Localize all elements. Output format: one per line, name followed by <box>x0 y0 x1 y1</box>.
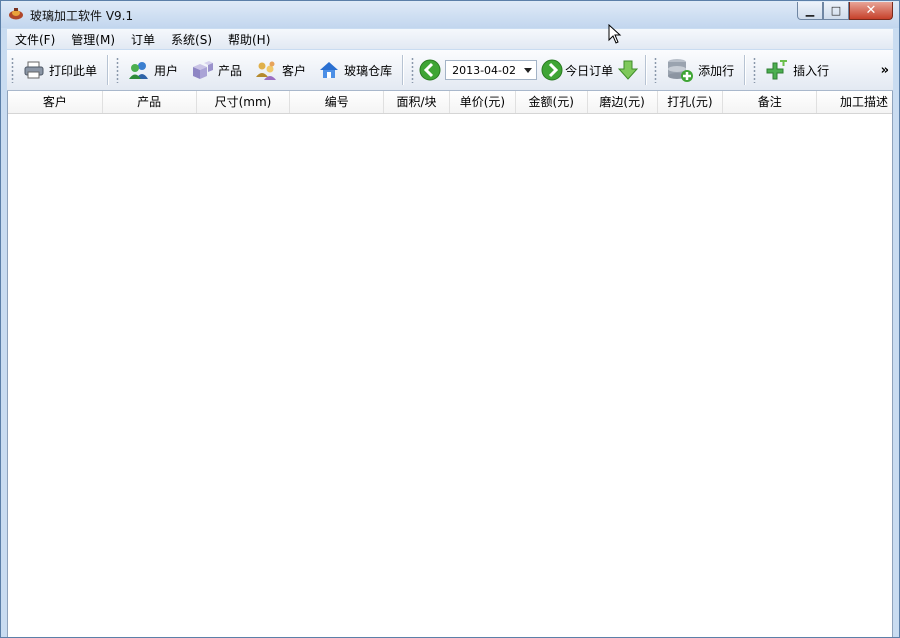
glass-warehouse-label: 玻璃仓库 <box>344 63 393 78</box>
glass-warehouse-button[interactable]: 玻璃仓库 <box>312 55 398 85</box>
previous-day-button[interactable] <box>417 55 443 85</box>
column-header-area[interactable]: 面积/块 <box>384 91 450 113</box>
grid-header: 客户 产品 尺寸(mm) 编号 面积/块 单价(元) 金额(元) 磨边(元) 打… <box>8 91 892 114</box>
print-order-label: 打印此单 <box>49 63 98 78</box>
column-header-unit-price[interactable]: 单价(元) <box>450 91 516 113</box>
customers-label: 客户 <box>282 63 307 78</box>
column-header-edging[interactable]: 磨边(元) <box>588 91 658 113</box>
plus-insert-icon <box>766 60 788 80</box>
users-button[interactable]: 用户 <box>122 55 184 85</box>
chevron-down-icon[interactable] <box>524 67 533 73</box>
window-title: 玻璃加工软件 V9.1 <box>30 9 134 23</box>
toolbar-grip[interactable] <box>411 57 415 83</box>
close-icon: ✕ <box>865 3 877 18</box>
toolbar-grip[interactable] <box>654 57 658 83</box>
menu-file[interactable]: 文件(F) <box>7 31 63 48</box>
print-order-button[interactable]: 打印此单 <box>17 55 103 85</box>
column-header-number[interactable]: 编号 <box>290 91 385 113</box>
today-orders-label: 今日订单 <box>565 63 614 78</box>
customers-button[interactable]: 客户 <box>248 55 312 85</box>
column-header-amount[interactable]: 金额(元) <box>516 91 588 113</box>
app-logo-icon <box>9 8 23 20</box>
menu-order[interactable]: 订单 <box>123 31 163 48</box>
products-label: 产品 <box>218 63 243 78</box>
toolbar: 打印此单 用户 产品 客户 玻璃仓库 2013-04-02 今日订单 添加行 插… <box>7 50 893 91</box>
toolbar-overflow-button[interactable]: » <box>881 63 889 78</box>
column-header-size[interactable]: 尺寸(mm) <box>197 91 291 113</box>
window-controls: ▁ □ ✕ <box>797 2 893 20</box>
menu-bar: 文件(F) 管理(M) 订单 系统(S) 帮助(H) <box>7 29 893 49</box>
minimize-icon: ▁ <box>805 4 815 17</box>
printer-icon <box>24 61 44 79</box>
toolbar-grip[interactable] <box>753 57 757 83</box>
close-button[interactable]: ✕ <box>849 2 893 20</box>
users-icon <box>129 62 149 79</box>
minimize-button[interactable]: ▁ <box>797 2 823 20</box>
add-row-button[interactable]: 添加行 <box>660 55 740 85</box>
order-grid[interactable]: 客户 产品 尺寸(mm) 编号 面积/块 单价(元) 金额(元) 磨边(元) 打… <box>7 91 893 637</box>
app-window: 玻璃加工软件 V9.1 ▁ □ ✕ 文件(F) 管理(M) 订单 系统(S) 帮… <box>0 0 900 638</box>
toolbar-grip[interactable] <box>11 57 14 83</box>
customers-icon <box>256 61 277 80</box>
database-add-icon <box>668 59 694 82</box>
toolbar-grip[interactable] <box>116 57 120 83</box>
arrow-left-circle-icon <box>419 59 441 81</box>
title-bar[interactable]: 玻璃加工软件 V9.1 ▁ □ ✕ <box>1 1 899 28</box>
products-icon <box>193 61 214 79</box>
add-row-label: 添加行 <box>698 63 735 78</box>
mouse-cursor-icon <box>608 24 622 44</box>
next-day-button[interactable] <box>539 55 565 85</box>
download-arrow-icon <box>617 60 639 80</box>
column-header-drilling[interactable]: 打孔(元) <box>658 91 724 113</box>
users-label: 用户 <box>154 63 179 78</box>
column-header-process-description[interactable]: 加工描述 <box>817 91 892 113</box>
order-date-value: 2013-04-02 <box>452 63 517 77</box>
toolbar-separator <box>645 55 647 85</box>
maximize-icon: □ <box>830 4 842 17</box>
insert-row-button[interactable]: 插入行 <box>759 55 835 85</box>
toolbar-separator <box>402 55 404 85</box>
column-header-product[interactable]: 产品 <box>103 91 197 113</box>
column-header-remarks[interactable]: 备注 <box>723 91 818 113</box>
order-date-picker[interactable]: 2013-04-02 <box>445 60 538 80</box>
menu-system[interactable]: 系统(S) <box>163 31 220 48</box>
products-button[interactable]: 产品 <box>184 55 248 85</box>
menu-manage[interactable]: 管理(M) <box>63 31 123 48</box>
today-orders-button[interactable]: 今日订单 <box>565 55 641 85</box>
insert-row-label: 插入行 <box>793 63 830 78</box>
house-icon <box>320 62 339 78</box>
arrow-right-circle-icon <box>541 59 563 81</box>
toolbar-separator <box>107 55 109 85</box>
maximize-button[interactable]: □ <box>823 2 849 20</box>
toolbar-separator <box>744 55 746 85</box>
column-header-customer[interactable]: 客户 <box>8 91 103 113</box>
menu-help[interactable]: 帮助(H) <box>220 31 278 48</box>
